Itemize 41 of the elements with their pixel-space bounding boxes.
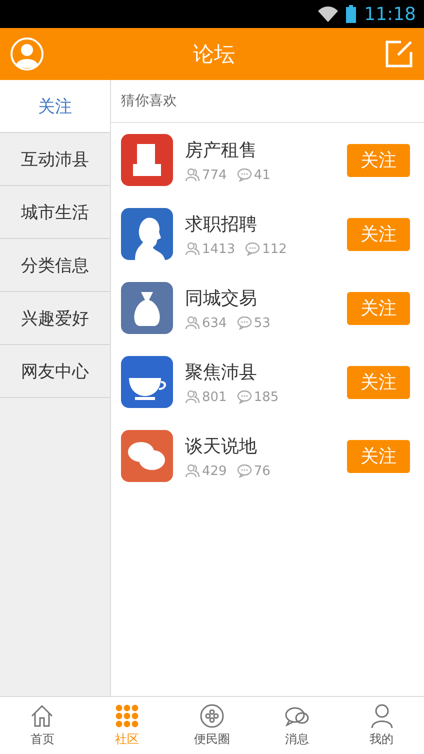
- member-count: 1413: [202, 242, 236, 256]
- forum-name: 谈天说地: [185, 434, 258, 458]
- circle-dots-icon: [198, 703, 225, 729]
- members-icon: [185, 242, 200, 256]
- members-icon: [185, 316, 200, 330]
- comment-icon: [236, 464, 252, 478]
- tab-bar-item[interactable]: 我的: [339, 697, 424, 754]
- post-count: 112: [262, 242, 287, 256]
- comment-icon: [236, 316, 252, 330]
- members-icon: [185, 390, 200, 404]
- header-title: 论坛: [193, 41, 235, 68]
- post-count: 76: [254, 464, 270, 478]
- member-count: 801: [202, 390, 227, 404]
- post-count: 41: [254, 168, 270, 182]
- grid-icon: [114, 703, 140, 729]
- wifi-icon: [318, 6, 338, 22]
- tab-bar-item[interactable]: 便民圈: [170, 697, 254, 754]
- home-icon: [29, 703, 56, 729]
- comment-icon: [245, 242, 260, 256]
- compose-icon[interactable]: [384, 39, 414, 69]
- members-icon: [185, 168, 200, 182]
- forum-name: 同城交易: [185, 286, 258, 310]
- tab-bar-item[interactable]: 消息: [254, 697, 340, 754]
- forum-name: 聚焦沛县: [185, 360, 258, 384]
- sidebar-item[interactable]: 关注: [0, 80, 110, 133]
- members-icon: [185, 464, 200, 478]
- member-count: 774: [202, 168, 227, 182]
- comment-icon: [236, 168, 252, 182]
- post-count: 53: [254, 316, 270, 330]
- member-count: 429: [202, 464, 227, 478]
- section-title: 猜你喜欢: [111, 80, 424, 123]
- person-icon: [368, 703, 395, 729]
- forum-name: 求职招聘: [185, 212, 258, 236]
- post-count: 185: [254, 390, 279, 404]
- status-time: 11:18: [364, 4, 416, 24]
- avatar-icon[interactable]: [10, 37, 44, 71]
- comment-icon: [236, 390, 252, 404]
- member-count: 634: [202, 316, 227, 330]
- tab-bar-item[interactable]: 首页: [0, 697, 85, 754]
- forum-name: 房产租售: [185, 138, 258, 162]
- battery-icon: [346, 5, 356, 23]
